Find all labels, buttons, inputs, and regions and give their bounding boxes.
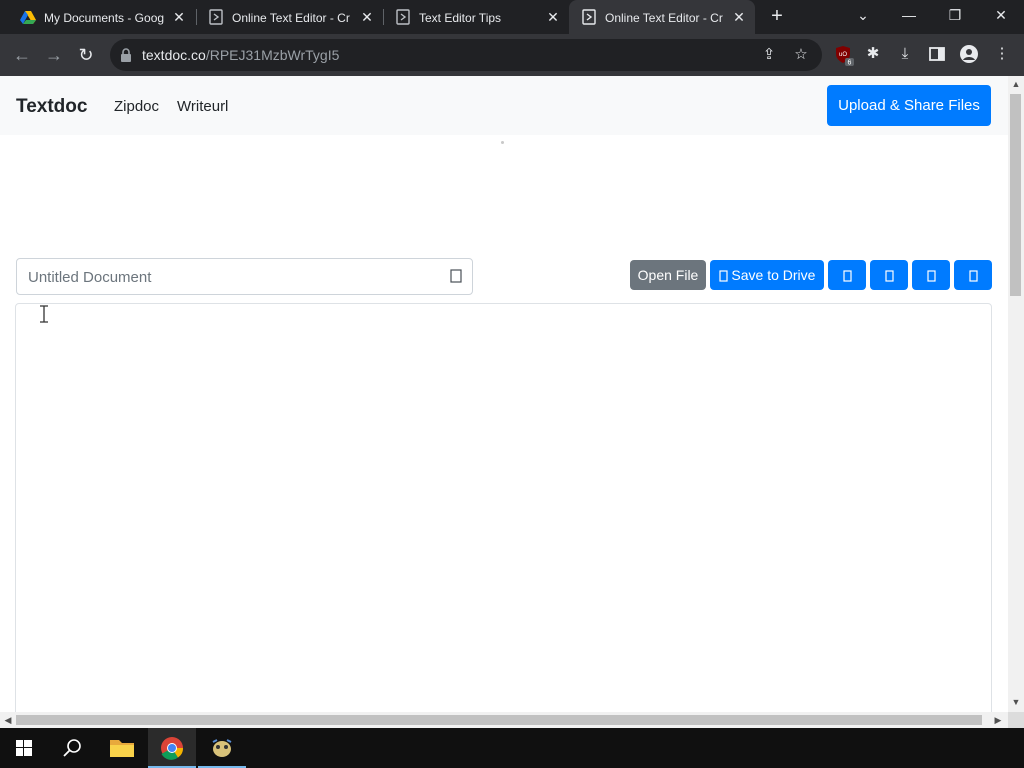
browser-tab-active[interactable]: Online Text Editor - Cr ✕ bbox=[569, 0, 755, 34]
site-navbar: Textdoc Zipdoc Writeurl Upload & Share F… bbox=[0, 76, 1008, 135]
folder-icon bbox=[110, 740, 134, 757]
screen: { "browser": { "tabs": [ {"title": "My D… bbox=[0, 0, 1024, 768]
profile-avatar-icon[interactable] bbox=[959, 44, 979, 64]
site-brand[interactable]: Textdoc bbox=[16, 96, 87, 118]
new-tab-icon[interactable]: + bbox=[766, 6, 788, 28]
windows-logo-icon bbox=[16, 740, 32, 756]
taskbar-file-explorer[interactable] bbox=[98, 728, 146, 768]
print-document-button[interactable] bbox=[870, 260, 908, 290]
search-icon bbox=[63, 739, 81, 757]
upload-share-files-button[interactable]: Upload & Share Files bbox=[827, 85, 991, 126]
new-doc-icon bbox=[926, 270, 936, 282]
tab-close-icon[interactable]: ✕ bbox=[358, 8, 376, 26]
minimize-icon[interactable]: — bbox=[886, 0, 932, 30]
tab-title: Online Text Editor - Cr bbox=[232, 11, 350, 25]
download-doc-icon bbox=[842, 270, 852, 282]
textdoc-favicon-icon bbox=[582, 9, 596, 25]
windows-taskbar bbox=[0, 728, 1024, 768]
browser-toolbar: ← → ↻ textdoc.co/RPEJ31MzbWrTygI5 ⇪ ☆ uO… bbox=[0, 34, 1024, 76]
tab-title: Text Editor Tips bbox=[419, 11, 502, 25]
vertical-scroll-thumb[interactable] bbox=[1010, 94, 1021, 296]
web-page: Textdoc Zipdoc Writeurl Upload & Share F… bbox=[0, 76, 1008, 712]
horizontal-scroll-thumb[interactable] bbox=[16, 715, 982, 725]
address-bar[interactable]: textdoc.co/RPEJ31MzbWrTygI5 ⇪ ☆ bbox=[110, 39, 822, 71]
lock-icon bbox=[121, 48, 131, 62]
scroll-up-arrow-icon[interactable]: ▲ bbox=[1010, 79, 1022, 89]
text-cursor-icon bbox=[40, 305, 48, 323]
window-close-icon[interactable]: ✕ bbox=[978, 0, 1024, 30]
ad-placeholder-dot bbox=[501, 141, 504, 144]
save-to-drive-button[interactable]: Save to Drive bbox=[710, 260, 824, 290]
ublock-extension-icon[interactable]: uO 6 bbox=[833, 44, 855, 66]
browser-tab[interactable]: My Documents - Goog ✕ bbox=[8, 0, 194, 34]
nav-link-writeurl[interactable]: Writeurl bbox=[177, 98, 228, 115]
url-host: textdoc.co bbox=[142, 47, 206, 63]
tab-close-icon[interactable]: ✕ bbox=[730, 8, 748, 26]
settings-icon bbox=[968, 270, 978, 282]
tab-search-icon[interactable]: ⌄ bbox=[840, 0, 886, 30]
download-icon[interactable]: ⤓ bbox=[896, 45, 914, 63]
svg-text:uO: uO bbox=[839, 52, 847, 58]
taskbar-app[interactable] bbox=[198, 728, 246, 768]
open-file-button[interactable]: Open File bbox=[630, 260, 706, 290]
print-icon bbox=[884, 270, 894, 282]
more-menu-icon[interactable]: ⋮ bbox=[993, 45, 1011, 63]
browser-tab[interactable]: Text Editor Tips ✕ bbox=[383, 0, 569, 34]
textdoc-favicon-icon bbox=[209, 9, 223, 25]
settings-button[interactable] bbox=[954, 260, 992, 290]
extensions-puzzle-icon[interactable]: ✱ bbox=[864, 45, 882, 63]
rename-icon[interactable] bbox=[449, 269, 463, 283]
textdoc-favicon-icon bbox=[396, 9, 410, 25]
side-panel-icon[interactable] bbox=[928, 45, 946, 63]
reload-icon[interactable]: ↻ bbox=[74, 43, 98, 67]
url-path: /RPEJ31MzbWrTygI5 bbox=[205, 47, 340, 63]
download-document-button[interactable] bbox=[828, 260, 866, 290]
start-button[interactable] bbox=[0, 728, 48, 768]
tab-strip: My Documents - Goog ✕ Online Text Editor… bbox=[0, 0, 1024, 34]
scroll-right-arrow-icon[interactable]: ▶ bbox=[992, 715, 1004, 725]
browser-tab[interactable]: Online Text Editor - Cr ✕ bbox=[196, 0, 382, 34]
new-document-button[interactable] bbox=[912, 260, 950, 290]
scroll-down-arrow-icon[interactable]: ▼ bbox=[1010, 697, 1022, 707]
share-icon[interactable]: ⇪ bbox=[760, 46, 778, 64]
tab-title: Online Text Editor - Cr bbox=[605, 11, 723, 25]
back-icon[interactable]: ← bbox=[10, 43, 34, 67]
tab-close-icon[interactable]: ✕ bbox=[170, 8, 188, 26]
google-drive-icon bbox=[20, 11, 36, 24]
save-to-drive-label: Save to Drive bbox=[731, 267, 816, 283]
scrollbar-corner bbox=[1008, 712, 1024, 728]
tab-title: My Documents - Goog bbox=[44, 11, 165, 25]
url-text: textdoc.co/RPEJ31MzbWrTygI5 bbox=[142, 47, 339, 63]
bookmark-star-icon[interactable]: ☆ bbox=[792, 46, 810, 64]
extension-badge: 6 bbox=[848, 60, 852, 67]
chrome-icon bbox=[161, 737, 184, 760]
forward-icon[interactable]: → bbox=[42, 43, 66, 67]
text-editor-area[interactable] bbox=[15, 303, 992, 712]
app-icon bbox=[212, 739, 232, 757]
nav-link-zipdoc[interactable]: Zipdoc bbox=[114, 98, 159, 115]
scroll-left-arrow-icon[interactable]: ◀ bbox=[2, 715, 14, 725]
document-name-input[interactable] bbox=[28, 267, 438, 287]
drive-icon bbox=[718, 270, 728, 282]
restore-icon[interactable]: ❐ bbox=[932, 0, 978, 30]
taskbar-search-button[interactable] bbox=[48, 728, 96, 768]
document-name-field[interactable] bbox=[16, 258, 473, 295]
taskbar-chrome[interactable] bbox=[148, 728, 196, 768]
tab-close-icon[interactable]: ✕ bbox=[544, 8, 562, 26]
